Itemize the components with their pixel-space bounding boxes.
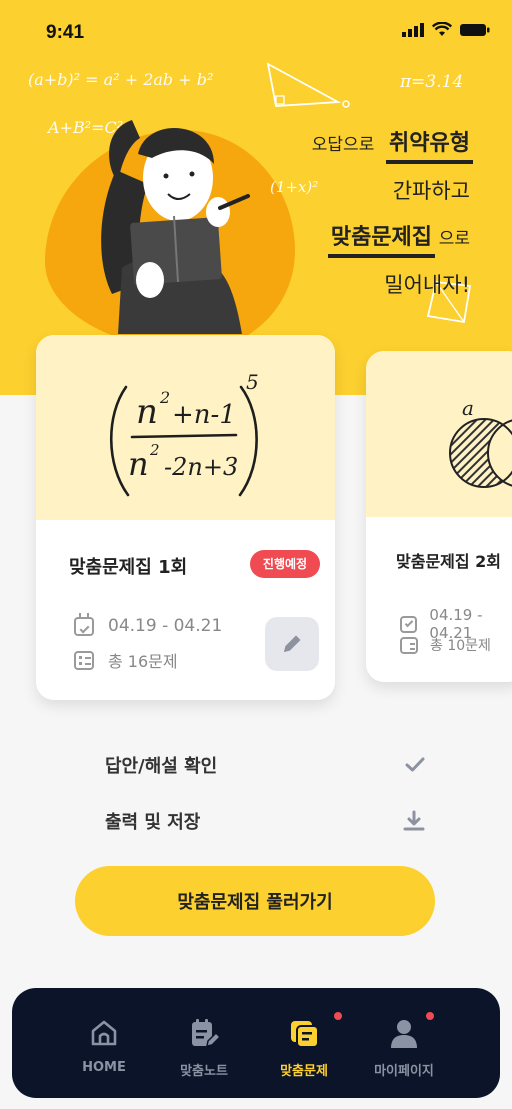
slogan-highlight-2: 맞춤문제집	[327, 215, 436, 261]
svg-text:n: n	[128, 445, 149, 483]
card-1-title: 맞춤문제집 1회	[69, 557, 188, 578]
status-icons	[402, 22, 490, 37]
tab-problems[interactable]: 맞춤문제	[254, 988, 354, 1098]
svg-text:5: 5	[246, 370, 259, 394]
person-icon	[391, 1020, 417, 1048]
svg-text:-2n+3: -2n+3	[164, 453, 238, 481]
hero-slogan: 오답으로 취약유형 간파하고 맞춤문제집 으로 밀어내자!	[311, 120, 473, 308]
home-icon	[91, 1020, 117, 1046]
card-2-title: 맞춤문제집 2회	[396, 552, 502, 571]
print-save-label: 출력 및 저장	[105, 812, 201, 833]
card-1-date-text: 04.19 - 04.21	[108, 616, 223, 636]
slogan-prefix: 오답으로	[311, 135, 375, 155]
checklist-icon	[400, 636, 418, 654]
calendar-icon	[400, 615, 418, 633]
tab-home[interactable]: HOME	[54, 988, 154, 1098]
card-1-count-text: 총 16문제	[108, 652, 178, 671]
checklist-icon	[74, 650, 94, 670]
status-badge: 진행예정	[250, 550, 320, 578]
tab-problems-notification-dot	[334, 1012, 342, 1020]
card-1-formula-image: n 2 +n-1 n 2 -2n+3 5	[36, 335, 335, 520]
formula-doodle-3: π=3.14	[400, 72, 464, 92]
svg-text:+n-1: +n-1	[172, 400, 236, 430]
slogan-suffix: 으로	[438, 229, 470, 249]
battery-icon	[460, 23, 490, 36]
tab-problems-label: 맞춤문제	[280, 1064, 328, 1079]
student-illustration	[101, 120, 250, 334]
formula-illustration: n 2 +n-1 n 2 -2n+3 5	[109, 370, 259, 497]
venn-diagram: a	[449, 396, 512, 488]
svg-text:2: 2	[149, 441, 160, 459]
note-edit-icon	[192, 1019, 221, 1047]
slogan-line-1: 오답으로 취약유형	[311, 120, 473, 168]
formula-doodle-1: (a+b)² = a² + 2ab + b²	[28, 70, 214, 89]
tab-mypage[interactable]: 마이페이지	[354, 988, 454, 1098]
bottom-tab-bar: HOME 맞춤노트 맞춤문제 마이페이지	[12, 988, 500, 1098]
tab-note-label: 맞춤노트	[180, 1064, 228, 1079]
svg-text:n: n	[136, 392, 158, 432]
card-1-count: 총 16문제	[74, 648, 178, 672]
edit-button[interactable]	[265, 617, 319, 671]
wifi-icon	[432, 22, 452, 36]
problems-icon	[291, 1021, 319, 1048]
card-2-count: 총 10문제	[400, 635, 491, 655]
tab-home-label: HOME	[82, 1060, 126, 1075]
answers-label: 답안/해설 확인	[105, 756, 218, 777]
status-time: 9:41	[46, 22, 85, 43]
status-bar: 9:41	[0, 0, 512, 60]
triangle-doodle	[266, 62, 350, 108]
card-2-venn-image: a	[366, 351, 512, 517]
slogan-line-3: 맞춤문제집 으로	[312, 214, 470, 262]
signal-icon	[402, 22, 424, 37]
tab-mypage-notification-dot	[426, 1012, 434, 1020]
slogan-line-2: 간파하고	[392, 179, 470, 203]
download-icon	[403, 810, 425, 831]
card-1-date: 04.19 - 04.21	[74, 612, 223, 636]
venn-label: a	[462, 396, 474, 420]
start-workbook-button[interactable]: 맞춤문제집 풀러가기	[75, 866, 435, 936]
answers-row[interactable]: 답안/해설 확인	[105, 750, 425, 780]
card-2-count-text: 총 10문제	[430, 638, 491, 654]
tab-note[interactable]: 맞춤노트	[154, 988, 254, 1098]
slogan-highlight-1: 취약유형	[386, 121, 473, 167]
check-icon	[405, 757, 425, 772]
slogan-line-4: 밀어내자!	[384, 273, 470, 297]
tab-mypage-label: 마이페이지	[374, 1064, 434, 1079]
pencil-icon	[284, 635, 301, 652]
print-save-row[interactable]: 출력 및 저장	[105, 806, 425, 836]
workbook-card-2[interactable]: a 맞춤문제집 2회 04.19 - 04.21 총 10문제	[366, 351, 512, 682]
calendar-icon	[74, 612, 94, 636]
svg-text:2: 2	[159, 388, 170, 407]
